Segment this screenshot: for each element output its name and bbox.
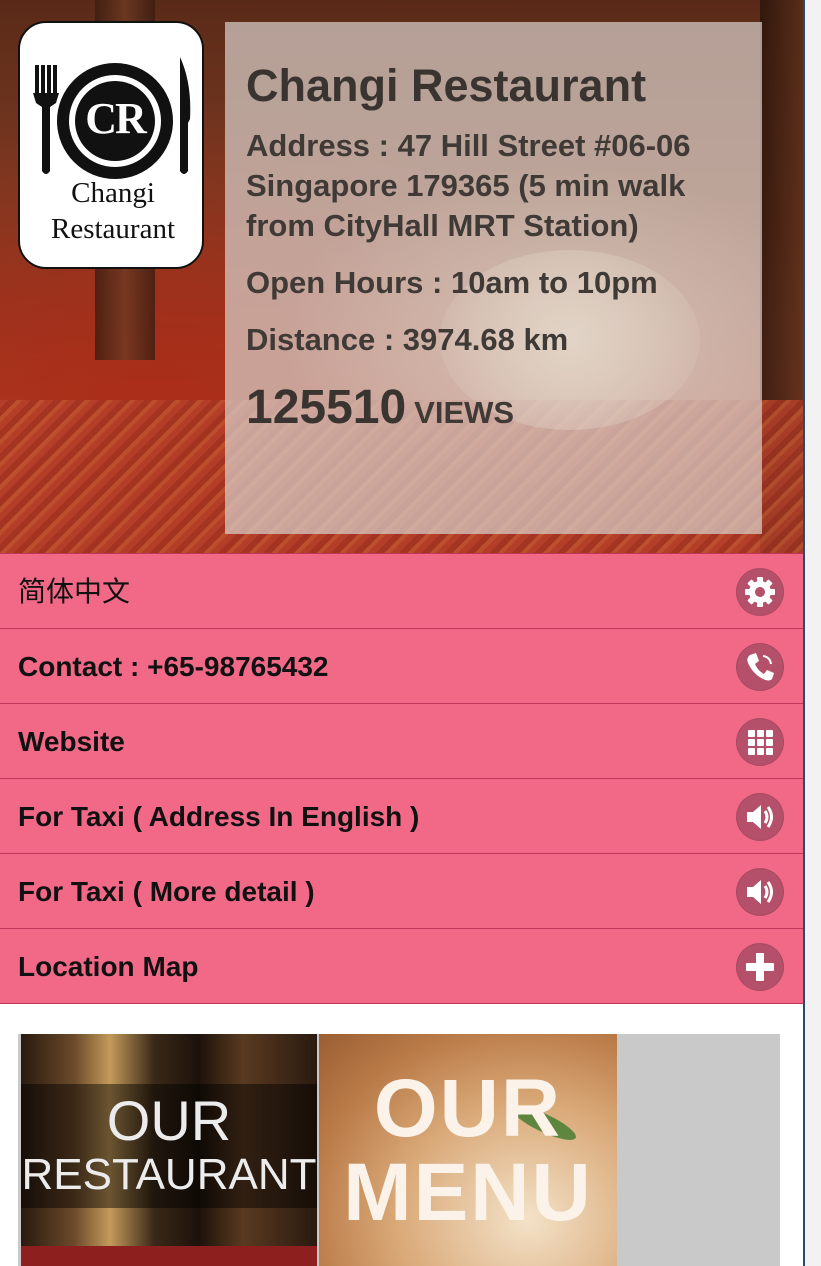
view-counter: 125510 VIEWS (246, 380, 740, 435)
page-gutter (805, 0, 821, 1266)
menu-item-label: Contact : +65-98765432 (18, 651, 329, 682)
restaurant-name: Changi Restaurant (246, 60, 647, 111)
restaurant-hours: Open Hours : 10am to 10pm (246, 265, 658, 300)
plus-icon (736, 943, 784, 991)
logo-text-line1: Changi (71, 177, 155, 209)
menu-item-contact[interactable]: Contact : +65-98765432 (0, 628, 803, 704)
tile-decoration (21, 1246, 317, 1266)
phone-icon (736, 643, 784, 691)
menu-item-language[interactable]: 简体中文 (0, 553, 803, 629)
menu-item-website[interactable]: Website (0, 703, 803, 779)
restaurant-distance: Distance : 3974.68 km (246, 322, 569, 357)
menu-item-label: For Taxi ( More detail ) (18, 876, 315, 907)
menu-item-label: 简体中文 (18, 575, 131, 608)
menu-item-label: Location Map (18, 951, 199, 982)
menu-item-location-map[interactable]: Location Map (0, 928, 803, 1004)
hero-banner: CR Changi Restaurant Changi Restaurant A… (0, 0, 803, 553)
logo-initials: CR (85, 94, 147, 143)
speaker-icon (736, 868, 784, 916)
grid-icon (736, 718, 784, 766)
tile-title-line2: RESTAURANT (21, 1150, 317, 1199)
menu-item-label: Website (18, 726, 125, 757)
gear-icon (736, 568, 784, 616)
tile-our-menu[interactable]: OUR MENU (319, 1034, 617, 1266)
tile-title-line1: OUR (373, 1063, 563, 1154)
logo-text-line2: Restaurant (50, 213, 175, 245)
views-count: 125510 (246, 381, 407, 434)
menu-item-label: For Taxi ( Address In English ) (18, 801, 420, 832)
restaurant-info-panel: Changi Restaurant Address : 47 Hill Stre… (225, 22, 762, 534)
speaker-icon (736, 793, 784, 841)
menu-item-taxi-detail[interactable]: For Taxi ( More detail ) (0, 853, 803, 929)
menu-item-taxi-address[interactable]: For Taxi ( Address In English ) (0, 778, 803, 854)
action-menu: 简体中文 Contact : +65-98765432 Website For … (0, 553, 803, 1004)
tile-title-line2: MENU (343, 1147, 593, 1238)
feature-tiles: OUR RESTAURANT OUR MENU (18, 1034, 780, 1266)
app-frame: CR Changi Restaurant Changi Restaurant A… (0, 0, 805, 1266)
views-label: VIEWS (414, 395, 515, 430)
restaurant-logo: CR Changi Restaurant (18, 21, 204, 269)
restaurant-address: Address : 47 Hill Street #06-06 Singapor… (246, 128, 691, 243)
tile-title-line1: OUR (106, 1089, 232, 1152)
tile-our-restaurant[interactable]: OUR RESTAURANT (21, 1034, 317, 1266)
